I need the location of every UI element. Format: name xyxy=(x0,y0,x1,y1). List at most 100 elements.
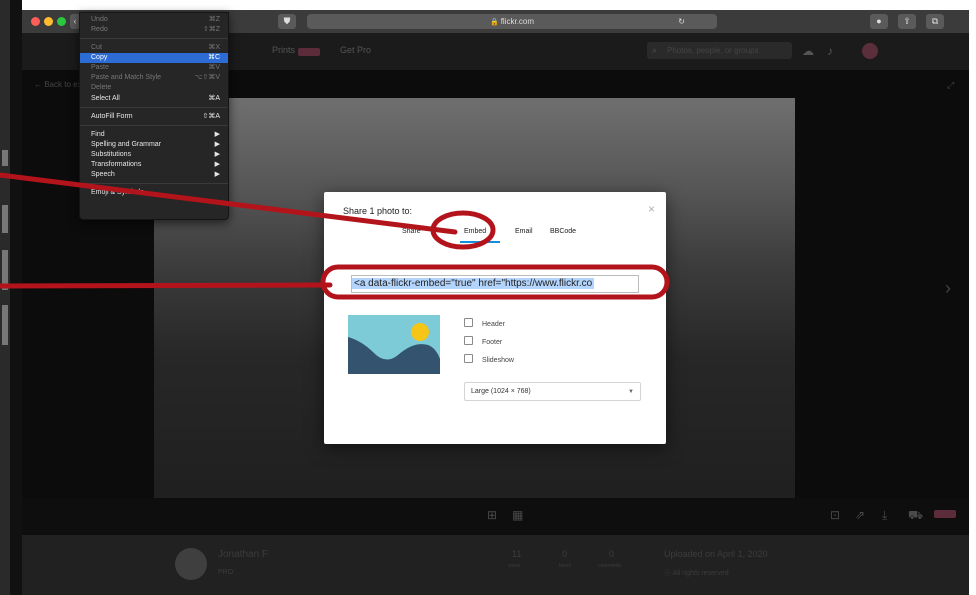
desktop-marker xyxy=(2,305,8,345)
share-dialog-title: Share 1 photo to: xyxy=(343,206,413,216)
address-bar[interactable]: 🔒 flickr.com ↻ xyxy=(307,14,717,29)
photo-actions-bar: ⊞ ▦ ⊡ ⇗ ⤓ ⛟ BUY xyxy=(22,498,969,535)
search-input[interactable]: ⌕ Photos, people, or groups xyxy=(647,42,792,59)
close-window-button[interactable] xyxy=(31,17,40,26)
menu-item-label: Paste xyxy=(91,64,109,71)
menu-item-autofill-form[interactable]: AutoFill Form ⇧⌘A xyxy=(80,112,228,122)
header-checkbox[interactable] xyxy=(464,318,473,327)
next-photo-arrow-icon[interactable]: › xyxy=(945,278,951,299)
nav-link-get-pro[interactable]: Get Pro xyxy=(340,45,371,55)
menu-item-delete[interactable]: Delete xyxy=(80,83,228,93)
lock-icon: 🔒 xyxy=(489,19,499,26)
upload-date: Uploaded on April 1, 2020 xyxy=(664,549,768,559)
menu-item-shortcut: ⌘X xyxy=(208,44,220,51)
views-label: views xyxy=(508,563,521,569)
photo-thumbnail xyxy=(348,315,440,374)
new-badge: NEW xyxy=(298,48,321,56)
edit-menu: Undo ⌘Z Redo ⇧⌘Z Cut ⌘X Copy ⌘C Paste ⌘V Paste and… xyxy=(79,12,229,220)
menu-item-substitutions[interactable]: Substitutions ▶ xyxy=(80,150,228,160)
slideshow-checkbox[interactable] xyxy=(464,354,473,363)
thumbnail-illustration xyxy=(348,323,440,374)
menu-item-shortcut: ▶ xyxy=(214,131,220,138)
size-select[interactable]: Large (1024 × 768) ▼ xyxy=(464,382,641,401)
desktop-marker xyxy=(2,250,8,290)
url-text: flickr.com xyxy=(500,17,535,26)
menu-item-label: Redo xyxy=(91,26,108,33)
menu-item-paste-and-match-style[interactable]: Paste and Match Style ⌥⇧⌘V xyxy=(80,73,228,83)
add-to-gallery-icon[interactable]: ⊡ xyxy=(830,508,840,522)
shield-icon[interactable]: ⛊ xyxy=(278,14,296,29)
tab-bbcode[interactable]: BBCode xyxy=(550,228,576,235)
desktop-marker xyxy=(2,205,8,233)
menu-item-select-all[interactable]: Select All ⌘A xyxy=(80,94,228,104)
menu-separator xyxy=(80,107,228,108)
thumbnail-sun xyxy=(411,323,429,341)
menu-item-label: AutoFill Form xyxy=(91,113,133,120)
tab-embed[interactable]: Embed xyxy=(464,228,486,235)
license-label[interactable]: ⓒ All rights reserved xyxy=(664,568,729,578)
embed-code-field[interactable]: <a data-flickr-embed="true" href="https:… xyxy=(351,275,639,293)
desktop-background xyxy=(10,0,22,595)
menu-separator xyxy=(80,38,228,39)
menu-item-label: Undo xyxy=(91,16,108,23)
menu-item-shortcut: ▶ xyxy=(214,151,220,158)
menu-item-find[interactable]: Find ▶ xyxy=(80,130,228,140)
menu-item-speech[interactable]: Speech ▶ xyxy=(80,170,228,180)
author-avatar[interactable] xyxy=(175,548,207,580)
cart-icon[interactable]: ⛟ xyxy=(908,508,923,524)
menu-item-emoji-symbols[interactable]: Emoji & Symbols xyxy=(80,188,228,198)
menu-item-paste[interactable]: Paste ⌘V xyxy=(80,63,228,73)
tab-share[interactable]: Share xyxy=(402,228,421,235)
menu-item-spelling-and-grammar[interactable]: Spelling and Grammar ▶ xyxy=(80,140,228,150)
menu-item-label: Transformations xyxy=(91,161,142,168)
footer-checkbox[interactable] xyxy=(464,336,473,345)
download-icon[interactable]: ⤓ xyxy=(882,508,887,523)
size-select-value: Large (1024 × 768) xyxy=(471,388,531,395)
author-name[interactable]: Jonathan F xyxy=(218,549,268,560)
user-avatar[interactable] xyxy=(862,43,878,59)
buy-badge[interactable]: BUY xyxy=(934,510,957,518)
menu-item-shortcut: ⌘C xyxy=(207,54,220,61)
zoom-window-button[interactable] xyxy=(57,17,66,26)
menu-item-redo[interactable]: Redo ⇧⌘Z xyxy=(80,25,228,35)
menu-item-label: Speech xyxy=(91,171,115,178)
tabs-overview-icon[interactable]: ⧉ xyxy=(926,14,944,29)
menu-item-label: Emoji & Symbols xyxy=(91,189,144,196)
close-icon[interactable]: × xyxy=(648,202,655,216)
menu-item-label: Paste and Match Style xyxy=(91,74,162,81)
upload-cloud-icon[interactable]: ☁ xyxy=(802,44,814,58)
share-arrow-icon[interactable]: ⇗ xyxy=(855,508,865,522)
option-slideshow[interactable]: Slideshow xyxy=(464,354,514,364)
menu-item-undo[interactable]: Undo ⌘Z xyxy=(80,15,228,25)
menu-item-label: Find xyxy=(91,131,105,138)
grid-icon[interactable]: ▦ xyxy=(512,508,523,522)
share-icon[interactable]: ⇪ xyxy=(898,14,916,29)
download-icon[interactable]: ● xyxy=(870,14,888,29)
minimize-window-button[interactable] xyxy=(44,17,53,26)
author-pro-label: PRO xyxy=(218,569,234,576)
views-count: 11 xyxy=(512,549,522,559)
option-header[interactable]: Header xyxy=(464,318,505,328)
menu-item-transformations[interactable]: Transformations ▶ xyxy=(80,160,228,170)
comments-count: 0 xyxy=(609,549,615,559)
reload-icon[interactable]: ↻ xyxy=(678,14,685,29)
menu-item-shortcut: ⌘Z xyxy=(208,16,220,23)
menu-item-label: Select All xyxy=(91,95,120,102)
menu-item-shortcut: ⇧⌘A xyxy=(202,113,220,120)
sizes-icon[interactable]: ⊞ xyxy=(487,508,497,522)
option-footer[interactable]: Footer xyxy=(464,336,502,346)
tab-email[interactable]: Email xyxy=(515,228,533,235)
menu-item-copy[interactable]: Copy ⌘C xyxy=(80,53,228,63)
menu-separator xyxy=(80,183,228,184)
nav-link-prints[interactable]: Prints NEW xyxy=(272,45,321,56)
menu-item-label: Spelling and Grammar xyxy=(91,141,162,148)
search-icon: ⌕ xyxy=(652,45,658,55)
photo-info-section: Jonathan F PRO 11 views 0 faves 0 commen… xyxy=(22,535,969,595)
menu-item-label: Copy xyxy=(91,54,108,61)
menu-item-cut[interactable]: Cut ⌘X xyxy=(80,43,228,53)
expand-icon[interactable]: ⤢ xyxy=(947,80,954,91)
chevron-down-icon: ▼ xyxy=(628,389,634,395)
desktop-marker xyxy=(2,150,8,166)
menu-item-shortcut: ⌘V xyxy=(208,64,220,71)
notifications-bell-icon[interactable]: ♪ xyxy=(827,44,833,58)
